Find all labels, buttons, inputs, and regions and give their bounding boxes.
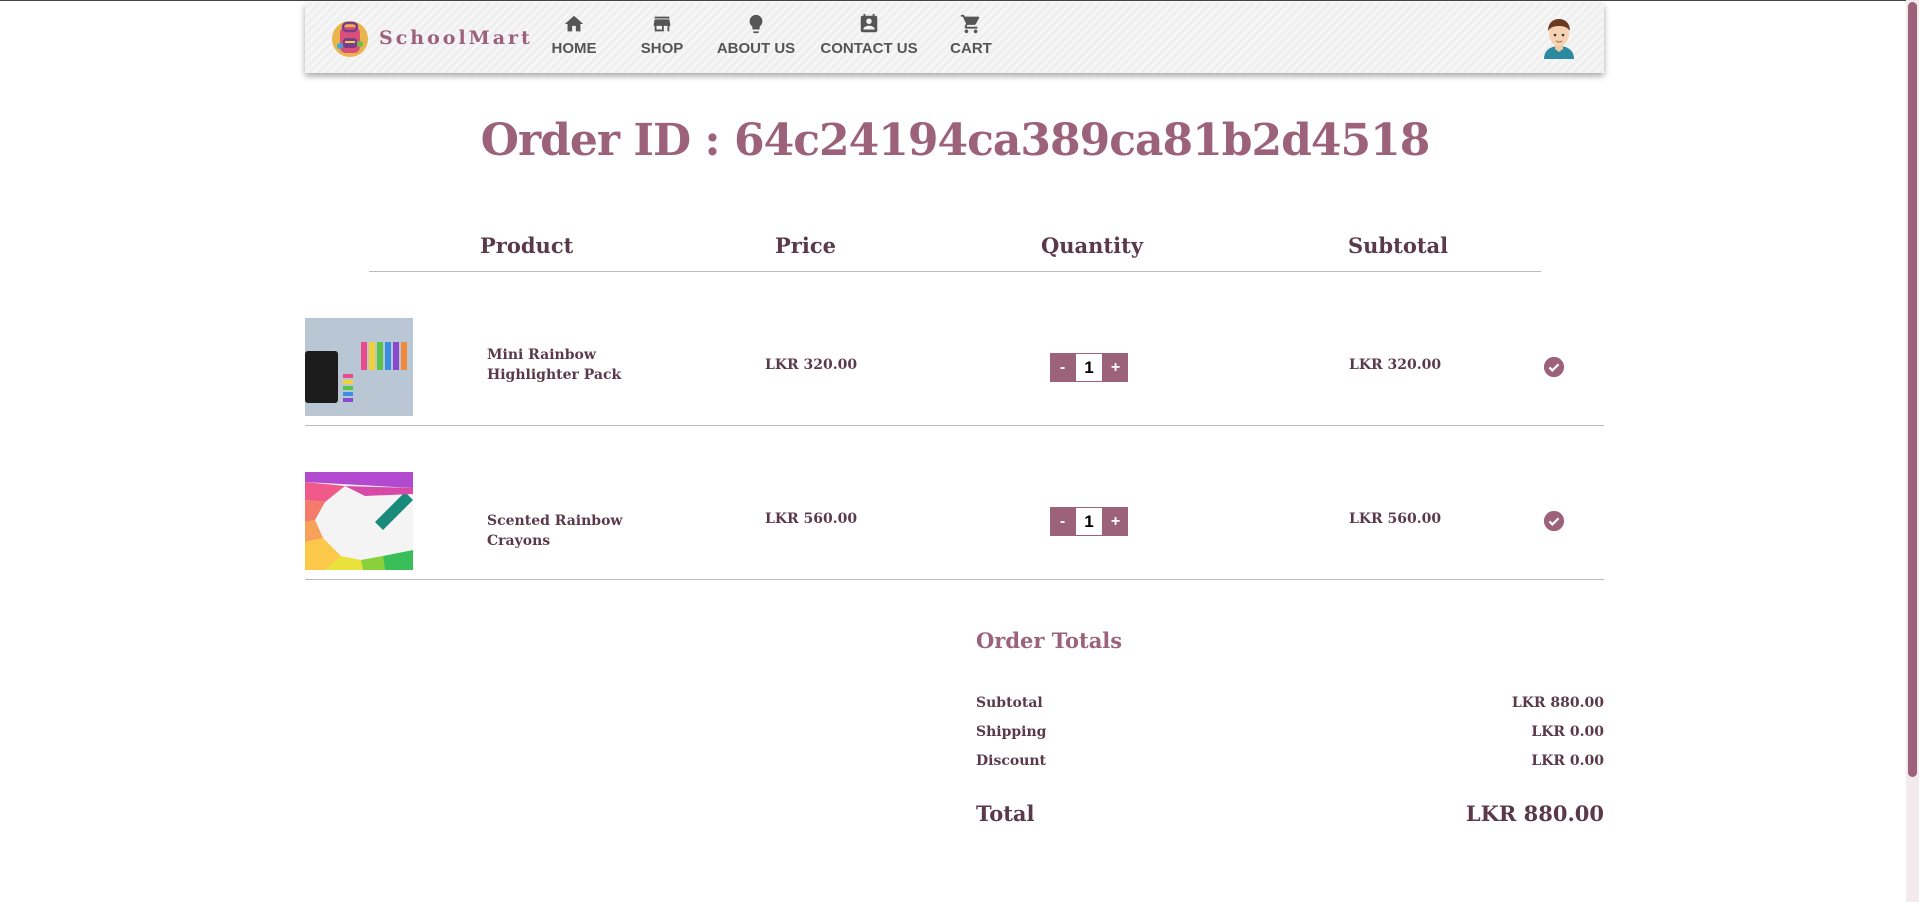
column-header-subtotal: Subtotal: [1348, 233, 1449, 258]
increase-quantity-button[interactable]: +: [1103, 353, 1128, 382]
nav-label: CART: [950, 40, 992, 57]
column-header-price: Price: [775, 233, 836, 258]
product-name[interactable]: Scented Rainbow Crayons: [487, 511, 667, 551]
product-image-crayons[interactable]: [305, 472, 413, 570]
row-subtotal: LKR 560.00: [1349, 511, 1442, 527]
brand-name: SchoolMart: [379, 27, 533, 49]
quantity-stepper: - +: [1050, 507, 1128, 536]
product-name[interactable]: Mini Rainbow Highlighter Pack: [487, 345, 667, 385]
highlighter-pack-image: [305, 318, 413, 416]
row-subtotal: LKR 320.00: [1349, 357, 1442, 373]
nav-item-cart[interactable]: CART: [929, 13, 1013, 57]
decrease-quantity-button[interactable]: -: [1050, 353, 1075, 382]
avatar-icon[interactable]: [1540, 17, 1578, 59]
product-price: LKR 320.00: [765, 357, 858, 373]
nav-item-contact[interactable]: CONTACT US: [815, 13, 923, 57]
lightbulb-icon: [749, 14, 763, 34]
discount-label: Discount: [976, 753, 1047, 769]
total-value: LKR 880.00: [1465, 801, 1604, 826]
top-border: [0, 0, 1919, 1]
home-icon: [564, 15, 584, 32]
order-totals-title: Order Totals: [976, 628, 1123, 653]
backpack-logo-icon: [332, 21, 368, 57]
decrease-quantity-button[interactable]: -: [1050, 507, 1075, 536]
product-image-highlighters[interactable]: [305, 318, 413, 416]
discount-value: LKR 0.00: [1531, 753, 1604, 769]
quantity-input[interactable]: [1075, 353, 1103, 382]
contact-card-icon: [860, 13, 878, 33]
table-row: Mini Rainbow Highlighter Pack LKR 320.00…: [305, 318, 1604, 424]
page-title: Order ID : 64c24194ca389ca81b2d4518: [480, 115, 1431, 166]
main-nav: HOME SHOP ABOUT US CONTACT US CART: [535, 13, 1013, 57]
shipping-label: Shipping: [976, 724, 1047, 740]
check-circle-icon[interactable]: [1543, 510, 1565, 532]
increase-quantity-button[interactable]: +: [1103, 507, 1128, 536]
check-circle-icon[interactable]: [1543, 356, 1565, 378]
scrollbar-thumb[interactable]: [1908, 2, 1917, 777]
nav-label: CONTACT US: [820, 40, 918, 57]
column-header-quantity: Quantity: [1041, 233, 1144, 258]
crayons-image: [305, 472, 413, 570]
cart-icon: [960, 14, 980, 34]
shipping-value: LKR 0.00: [1531, 724, 1604, 740]
quantity-input[interactable]: [1075, 507, 1103, 536]
product-price: LKR 560.00: [765, 511, 858, 527]
nav-item-home[interactable]: HOME: [535, 13, 613, 57]
quantity-stepper: - +: [1050, 353, 1128, 382]
brand[interactable]: SchoolMart: [331, 17, 533, 59]
nav-label: HOME: [551, 40, 597, 57]
navbar: SchoolMart HOME SHOP ABOUT US CONTACT US…: [305, 3, 1604, 73]
scrollbar[interactable]: [1906, 0, 1919, 902]
row-divider: [305, 425, 1604, 426]
row-divider: [305, 579, 1604, 580]
header-divider: [369, 271, 1541, 272]
nav-item-about[interactable]: ABOUT US: [711, 13, 801, 57]
nav-label: SHOP: [640, 40, 684, 57]
subtotal-value: LKR 880.00: [1511, 695, 1604, 711]
column-header-product: Product: [480, 233, 574, 258]
subtotal-label: Subtotal: [976, 695, 1043, 711]
store-icon: [653, 16, 671, 32]
nav-item-shop[interactable]: SHOP: [623, 13, 701, 57]
table-row: Scented Rainbow Crayons LKR 560.00 - + L…: [305, 472, 1604, 578]
total-label: Total: [976, 801, 1035, 826]
nav-label: ABOUT US: [716, 40, 796, 57]
